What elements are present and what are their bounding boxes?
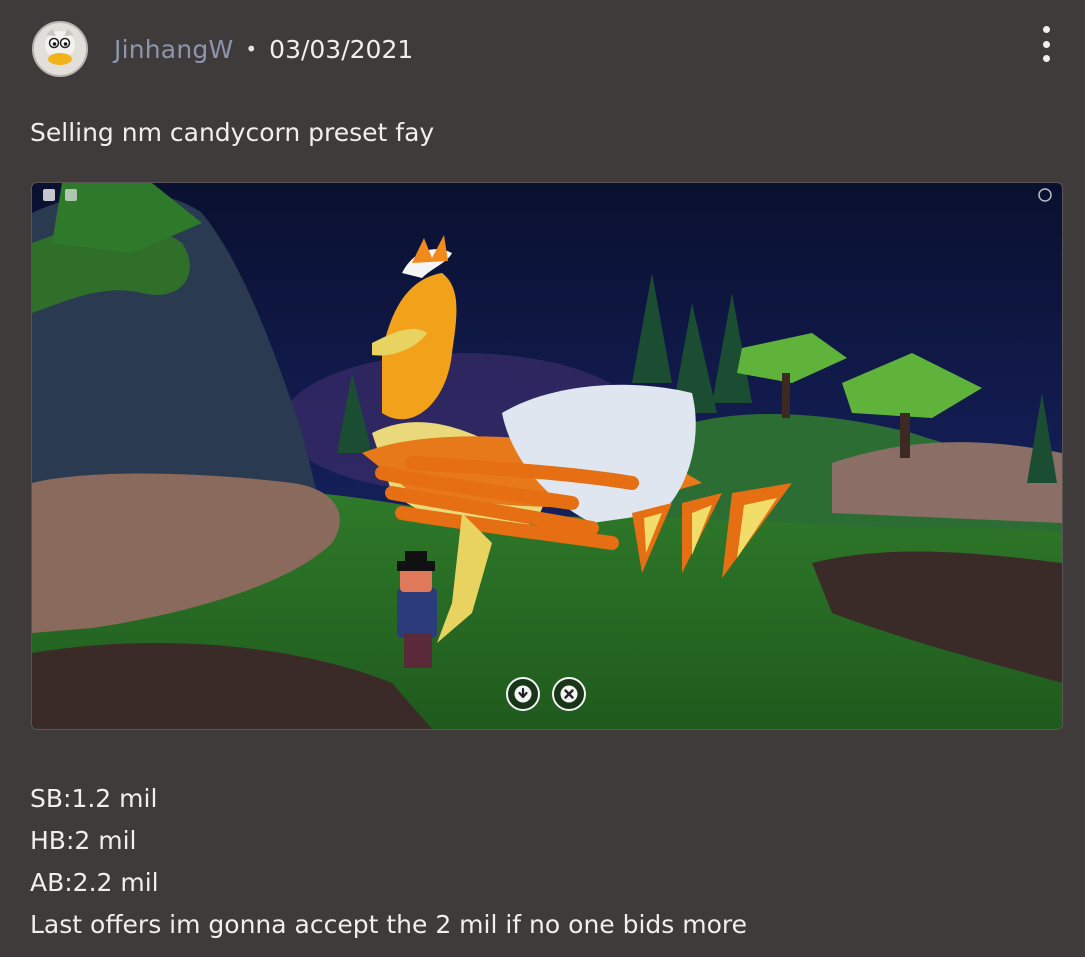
menu-dot bbox=[1042, 40, 1050, 48]
download-icon bbox=[514, 685, 532, 703]
body-line: SB:1.2 mil bbox=[30, 784, 158, 813]
post-date: 03/03/2021 bbox=[269, 34, 414, 64]
download-button[interactable] bbox=[506, 677, 540, 711]
menu-dot bbox=[1042, 26, 1050, 33]
game-screenshot bbox=[32, 183, 1062, 729]
body-line: Last offers im gonna accept the 2 mil if… bbox=[30, 910, 748, 939]
username[interactable]: JinhangW bbox=[114, 35, 233, 64]
post-image[interactable] bbox=[31, 182, 1063, 730]
menu-dot bbox=[1042, 55, 1050, 62]
post-header: JinhangW • 03/03/2021 bbox=[32, 20, 413, 78]
body-line: HB:2 mil bbox=[30, 826, 137, 855]
post-body: SB:1.2 mil HB:2 mil AB:2.2 mil Last offe… bbox=[30, 778, 747, 946]
separator-dot: • bbox=[245, 37, 258, 61]
close-icon bbox=[560, 685, 578, 703]
post-card: JinhangW • 03/03/2021 Selling nm candyco… bbox=[0, 0, 1085, 957]
duck-avatar-icon bbox=[34, 23, 86, 75]
more-vertical-icon[interactable] bbox=[1037, 26, 1055, 62]
avatar[interactable] bbox=[32, 21, 88, 77]
close-button[interactable] bbox=[552, 677, 586, 711]
post-title: Selling nm candycorn preset fay bbox=[30, 118, 435, 147]
body-line: AB:2.2 mil bbox=[30, 868, 159, 897]
